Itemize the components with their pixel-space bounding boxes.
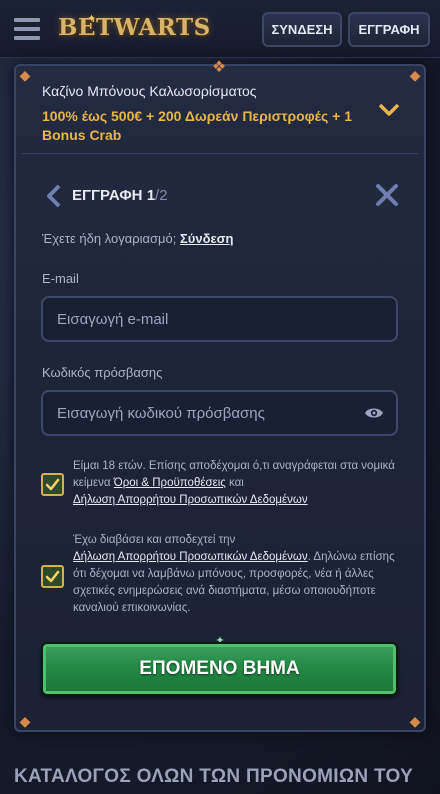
close-icon[interactable] [374, 182, 400, 208]
email-label: E-mail [42, 271, 79, 286]
menu-icon[interactable] [14, 18, 40, 40]
bonus-title: Καζίνο Μπόνους Καλωσορίσματος [42, 83, 257, 99]
welcome-bonus-banner[interactable]: Καζίνο Μπόνους Καλωσορίσματος 100% έως 5… [22, 70, 418, 154]
marketing-checkbox[interactable] [41, 565, 64, 588]
corner-ornament-icon: ◆ [409, 713, 421, 729]
login-button[interactable]: ΣΥΝΔΕΣΗ [262, 12, 342, 47]
form-title-text: ΕΓΓΡΑΦΗ [72, 187, 143, 204]
terms-text: Είμαι 18 ετών. Επίσης αποδέχομαι ό,τι αν… [73, 458, 403, 509]
chevron-down-icon[interactable] [378, 102, 400, 118]
have-account-text: Έχετε ήδη λογαριασμό; [42, 231, 177, 246]
login-link[interactable]: Σύνδεση [180, 231, 234, 246]
register-button[interactable]: ΕΓΓΡΑΦΗ [348, 12, 430, 47]
have-account-line: Έχετε ήδη λογαριασμό; Σύνδεση [42, 231, 234, 246]
checkmark-icon [45, 478, 60, 491]
privacy-link[interactable]: Δήλωση Απορρήτου Προσωπικών Δεδομένων [73, 494, 308, 506]
terms-and: και [229, 477, 244, 489]
eye-icon[interactable] [364, 403, 384, 423]
email-field[interactable] [41, 296, 398, 342]
terms-link[interactable]: Όροι & Προϋποθέσεις [114, 477, 226, 489]
top-bar: BETWARTS ✦ ΣΥΝΔΕΣΗ ΕΓΓΡΑΦΗ [0, 0, 440, 58]
form-step-total: /2 [155, 187, 168, 204]
back-chevron-icon[interactable] [44, 183, 64, 209]
benefits-heading: ΚΑΤΑΛΟΓΟΣ ΟΛΩΝ ΤΩΝ ΠΡΟΝΟΜΙΩΝ ΤΟΥ [14, 766, 414, 787]
corner-ornament-icon: ◆ [19, 713, 31, 729]
password-label: Κωδικός πρόσβασης [42, 365, 163, 380]
marketing-privacy-link[interactable]: Δήλωση Απορρήτου Προσωπικών Δεδομένων [73, 551, 308, 563]
marketing-prefix: Έχω διαβάσει και αποδεχτεί την [73, 534, 236, 546]
form-title: ΕΓΓΡΑΦΗ 1/2 [72, 187, 168, 204]
password-field[interactable] [41, 390, 398, 436]
marketing-text: Έχω διαβάσει και αποδεχτεί την Δήλωση Απ… [73, 532, 403, 617]
form-step: 1 [146, 187, 156, 204]
terms-checkbox[interactable] [41, 473, 64, 496]
checkmark-icon [45, 570, 60, 583]
logo-star-icon: ✦ [87, 13, 97, 25]
bonus-offer: 100% έως 500€ + 200 Δωρεάν Περιστροφές +… [42, 108, 353, 143]
next-step-button[interactable]: ΕΠΟΜΕΝΟ ΒΗΜΑ [41, 642, 398, 696]
brand-logo[interactable]: BETWARTS [58, 14, 211, 41]
